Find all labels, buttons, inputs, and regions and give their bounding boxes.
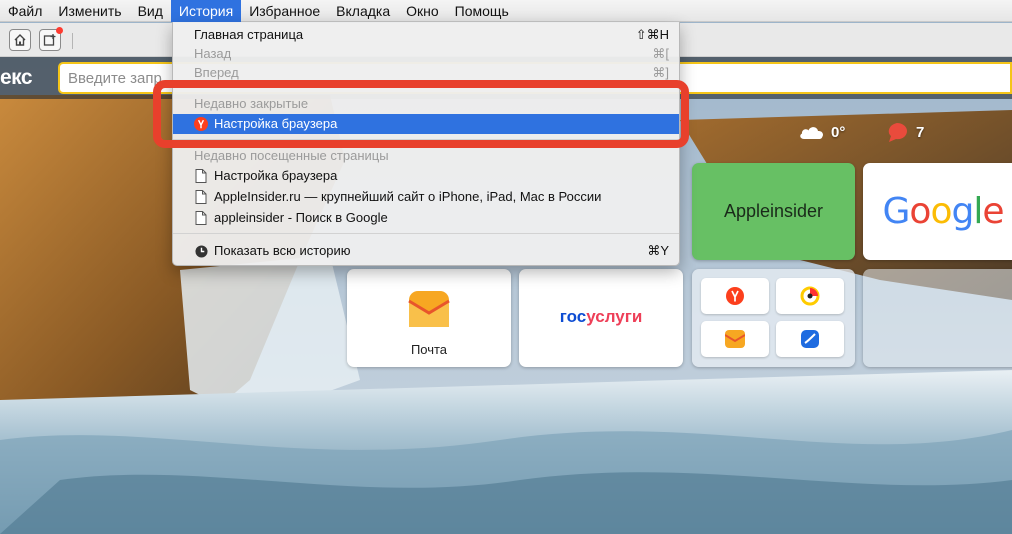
mail-icon xyxy=(408,291,450,327)
menu-help[interactable]: Помощь xyxy=(447,0,517,22)
music-icon xyxy=(800,286,820,306)
clock-icon xyxy=(195,245,208,258)
mail-icon xyxy=(725,330,745,348)
cloud-icon xyxy=(800,127,823,139)
menu-edit[interactable]: Изменить xyxy=(50,0,129,22)
menu-separator xyxy=(173,233,679,234)
tile-gosuslugi[interactable]: госуслуги xyxy=(519,269,683,367)
tile-pochta[interactable]: Почта xyxy=(347,269,511,367)
tile-pochta-label: Почта xyxy=(410,342,448,357)
tile-google[interactable]: Google xyxy=(863,163,1012,260)
shortcut-back: ⌘[ xyxy=(652,46,669,61)
menu-history[interactable]: История xyxy=(170,0,242,22)
traffic-icon xyxy=(888,123,907,142)
menu-window[interactable]: Окно xyxy=(398,0,447,22)
tile-empty[interactable] xyxy=(863,269,1012,367)
home-button[interactable] xyxy=(9,29,31,51)
weather-widget[interactable]: 0° xyxy=(798,121,845,143)
menu-file[interactable]: Файл xyxy=(0,0,50,22)
mini-tile-mail[interactable] xyxy=(701,321,769,357)
notification-dot xyxy=(56,27,63,34)
page-icon xyxy=(195,169,207,183)
mini-tile-zen[interactable] xyxy=(776,321,844,357)
home-icon xyxy=(14,34,26,46)
menu-item-recently-visited-2[interactable]: appleinsider - Поиск в Google xyxy=(173,208,679,228)
traffic-widget[interactable]: 7 xyxy=(884,121,924,143)
menu-item-back: Назад ⌘[ xyxy=(173,44,679,64)
section-recently-visited: Недавно посещенные страницы xyxy=(194,148,389,163)
menu-tab[interactable]: Вкладка xyxy=(328,0,398,22)
menu-item-home-page[interactable]: Главная страница ⇧⌘H xyxy=(173,25,679,45)
annotation-highlight-frame xyxy=(153,80,689,148)
shortcut-show-all: ⌘Y xyxy=(647,243,669,258)
tile-group[interactable] xyxy=(692,269,855,367)
traffic-value: 7 xyxy=(916,123,925,141)
menu-view[interactable]: Вид xyxy=(130,0,171,22)
menu-favorites[interactable]: Избранное xyxy=(241,0,328,22)
brand-logo-text: екс xyxy=(0,66,33,89)
new-tab-icon xyxy=(43,34,56,46)
tile-appleinsider[interactable]: Appleinsider xyxy=(692,163,855,260)
menu-item-show-all-history[interactable]: Показать всю историю ⌘Y xyxy=(173,241,679,261)
new-tab-button[interactable] xyxy=(39,27,63,51)
gosuslugi-logo: госуслуги xyxy=(559,307,643,326)
shortcut-home: ⇧⌘H xyxy=(635,27,669,42)
temperature-value: 0° xyxy=(831,123,846,141)
page-icon xyxy=(195,211,207,225)
zen-icon xyxy=(801,330,819,348)
menu-item-recently-visited-0[interactable]: Настройка браузера xyxy=(173,166,679,186)
tile-appleinsider-label: Appleinsider xyxy=(723,201,824,221)
yandex-icon xyxy=(726,287,744,305)
mini-tile-yandex[interactable] xyxy=(701,278,769,314)
menu-item-recently-visited-1[interactable]: AppleInsider.ru — крупнейший сайт о iPho… xyxy=(173,187,679,207)
mini-tile-music[interactable] xyxy=(776,278,844,314)
google-logo: Google xyxy=(882,191,1005,232)
toolbar-divider xyxy=(72,33,73,49)
page-icon xyxy=(195,190,207,204)
menu-bar: Файл Изменить Вид История Избранное Вкла… xyxy=(0,0,1012,22)
